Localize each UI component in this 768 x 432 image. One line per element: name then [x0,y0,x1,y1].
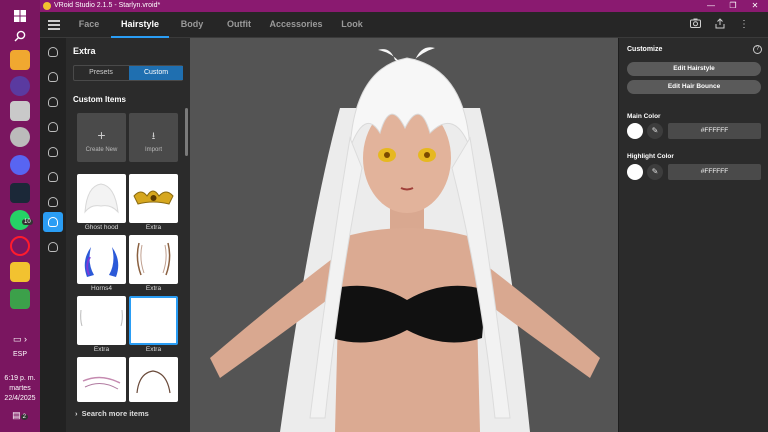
minimize-icon[interactable]: — [700,0,722,12]
clock-time[interactable]: 6:19 p. m. [0,374,40,384]
front-hair-icon[interactable] [43,67,63,87]
steam-icon[interactable] [10,183,30,203]
whatsapp-icon[interactable]: 10 [10,210,33,230]
eyedropper-icon[interactable]: ✎ [647,164,663,180]
item-extra-brown-strands[interactable] [129,357,178,402]
app-icon-2[interactable] [10,127,30,147]
camera-icon[interactable] [688,18,702,32]
vroid-app-icon [43,2,51,10]
tab-look[interactable]: Look [336,12,368,38]
item-caption: Extra [145,346,162,353]
search-icon[interactable] [10,26,30,46]
language-indicator[interactable]: ESP [0,350,40,360]
highlight-color-swatch[interactable] [627,164,643,180]
tab-body[interactable]: Body [176,12,208,38]
item-extra-blank[interactable] [77,296,126,345]
customize-title: Customize [627,46,663,53]
create-new-button[interactable]: + Create New [77,113,126,162]
side-hair-icon[interactable] [43,117,63,137]
browser-icon[interactable] [10,76,30,96]
custom-items-heading: Custom Items [73,95,126,104]
opera-icon[interactable] [10,236,30,256]
app-icon-1[interactable] [10,101,30,121]
item-extra-pink-strands[interactable] [77,357,126,402]
help-icon[interactable]: ? [753,45,762,54]
main-color-swatch[interactable] [627,123,643,139]
app-icon-3[interactable] [10,289,30,309]
highlight-color-label: Highlight Color [627,153,674,160]
plus-icon: + [97,127,106,143]
tab-hairstyle[interactable]: Hairstyle [111,12,169,38]
search-more-label: Search more items [81,409,149,418]
tray-icons[interactable]: ▭ › [0,334,40,344]
tab-face[interactable]: Face [72,12,106,38]
edit-hair-bounce-button[interactable]: Edit Hair Bounce [627,80,761,94]
menu-icon[interactable] [48,20,60,30]
item-caption: Extra [93,346,110,353]
customize-panel: Customize ? Edit Hairstyle Edit Hair Bou… [618,38,768,432]
item-extra-selected[interactable] [129,296,178,345]
maximize-icon[interactable]: ❐ [722,0,744,12]
base-hair-icon[interactable] [43,42,63,62]
item-panel: Extra Presets Custom Custom Items + Crea… [66,38,190,432]
edit-hairstyle-button[interactable]: Edit Hairstyle [627,62,761,76]
back-hair-icon[interactable] [43,92,63,112]
hair-material-icon[interactable] [43,237,63,257]
highlight-color-hex-input[interactable]: #FFFFFF [668,164,761,180]
ribbon-icon[interactable] [43,192,63,212]
notification-badge: 2 [20,414,28,420]
custom-button[interactable]: Custom [129,66,183,80]
import-button[interactable]: ⭳ Import [129,113,178,162]
item-caption: Ghost hood [84,224,119,231]
tail-icon[interactable] [43,167,63,187]
category-rail [40,38,66,432]
import-icon: ⭳ [151,131,156,142]
clock-day: martes [9,385,31,392]
item-ghost-hood[interactable] [77,174,126,223]
main-color-hex-input[interactable]: #FFFFFF [668,123,761,139]
main-menu-bar: Face Hairstyle Body Outfit Accessories L… [40,12,768,38]
discord-icon[interactable] [10,155,30,175]
presets-button[interactable]: Presets [74,66,128,80]
preset-custom-toggle: Presets Custom [73,65,183,81]
tab-accessories[interactable]: Accessories [268,12,324,38]
tab-outfit[interactable]: Outfit [222,12,256,38]
whatsapp-badge: 10 [22,219,33,225]
chevron-right-icon: › [75,409,82,418]
item-extra-strands[interactable] [129,235,178,284]
extra-hair-icon[interactable] [43,212,63,232]
search-more-items-link[interactable]: › Search more items [75,409,149,418]
more-options-icon[interactable]: ⋮ [737,18,751,32]
eyedropper-icon[interactable]: ✎ [647,123,663,139]
ahoge-icon[interactable] [43,142,63,162]
close-icon[interactable]: ✕ [744,0,766,12]
notifications-icon[interactable]: ▤ 2 [0,410,40,422]
windows-taskbar: 10 ▭ › ESP 6:19 p. m. martes 22/4/2025 ▤… [0,0,40,432]
window-title: VRoid Studio 2.1.5 - Starlyn.vroid* [54,2,161,9]
3d-viewport[interactable] [190,38,618,432]
start-icon[interactable] [10,6,30,26]
export-icon[interactable] [713,18,727,32]
panel-title: Extra [73,46,96,56]
panel-scrollbar[interactable] [185,108,188,156]
item-caption: Horns4 [91,285,112,292]
main-color-label: Main Color [627,113,661,120]
clock-date: 22/4/2025 [4,395,36,402]
window-title-bar: VRoid Studio 2.1.5 - Starlyn.vroid* — ❐ … [40,0,768,12]
vroid-studio-icon[interactable] [10,262,30,282]
item-caption: Extra [145,285,162,292]
item-horns4[interactable] [77,235,126,284]
create-new-label: Create New [85,147,118,153]
import-label: Import [144,147,162,153]
item-extra-crown[interactable] [129,174,178,223]
file-explorer-icon[interactable] [10,50,30,70]
character-model [210,47,600,432]
screen: 10 ▭ › ESP 6:19 p. m. martes 22/4/2025 ▤… [0,0,768,432]
item-caption: Extra [145,224,162,231]
